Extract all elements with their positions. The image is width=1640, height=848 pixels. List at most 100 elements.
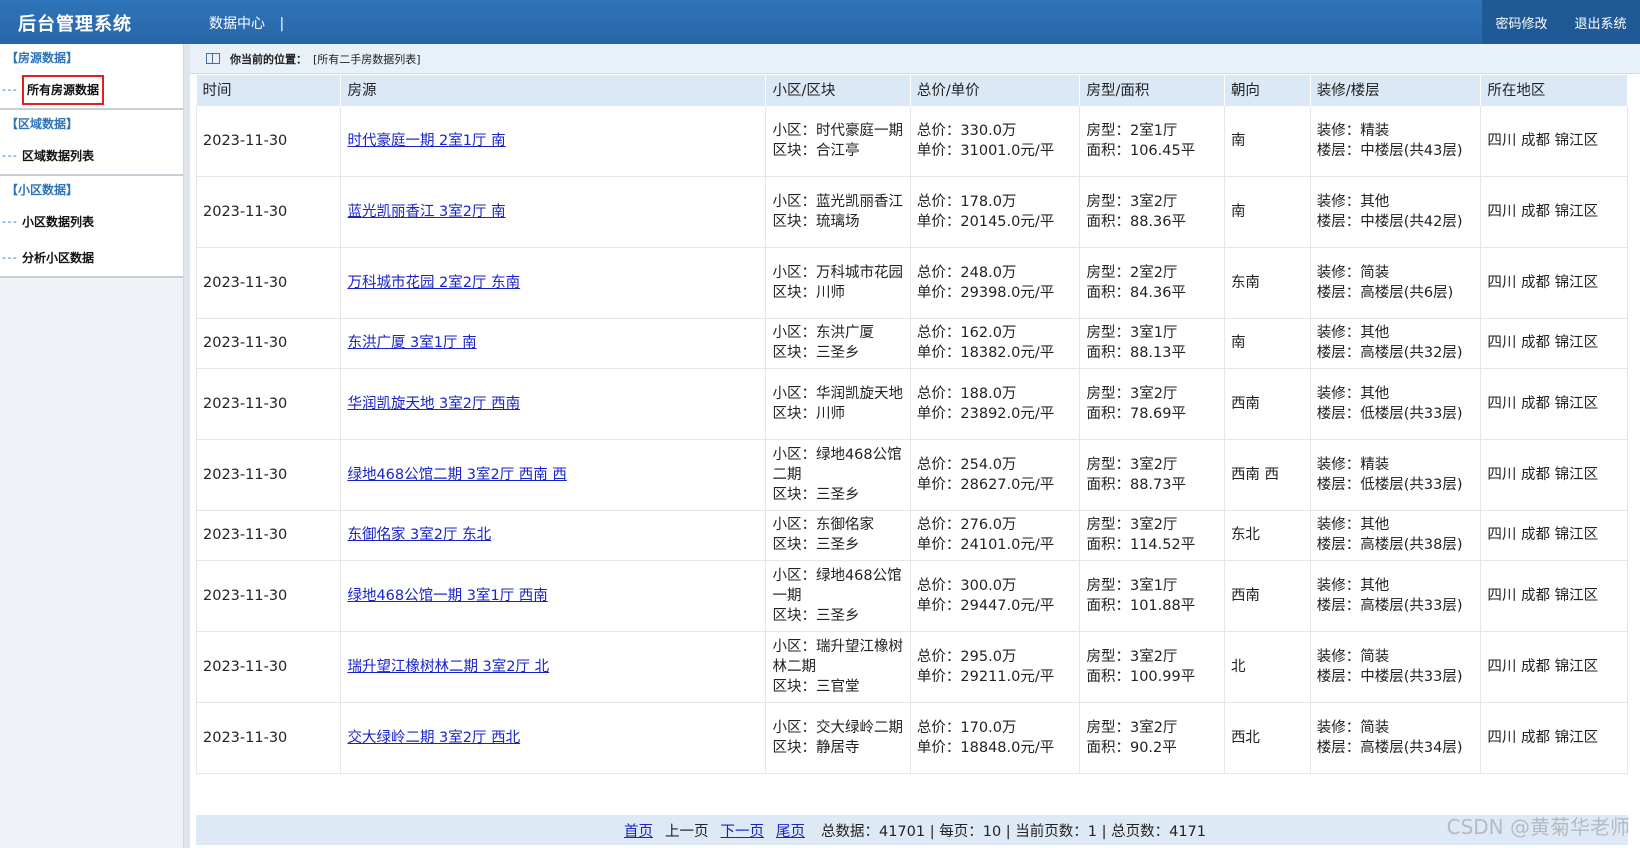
cell-region: 四川 成都 锦江区: [1480, 367, 1628, 440]
cell-decor: 装修：精装楼层：中楼层(共43层): [1309, 104, 1482, 177]
table-row: 2023-11-30 交大绿岭二期 3室2厅 西北 小区：交大绿岭二期 区块：静居寺总…: [195, 701, 1628, 774]
cell-listing: 瑞升望江橡树林二期 3室2厅 北: [340, 630, 767, 703]
unit-price: 单价：23892.0元/平: [916, 405, 1055, 422]
layout-type: 房型：3室2厅: [1086, 648, 1178, 665]
pager-first-link[interactable]: 首页: [624, 820, 653, 841]
listing-link[interactable]: 蓝光凯丽香江 3室2厅 南: [347, 204, 505, 220]
total-price: 总价：178.0万: [916, 193, 1017, 210]
sidebar-item-label[interactable]: 所有房源数据: [22, 75, 105, 105]
cell-listing: 东御佲家 3室2厅 东北: [340, 509, 767, 561]
cell-decor: 装修：其他楼层：中楼层(共42层): [1309, 175, 1482, 248]
listing-link[interactable]: 绿地468公馆一期 3室1厅 西南: [347, 588, 547, 604]
cell-price: 总价：300.0万 单价：29447.0元/平: [909, 559, 1081, 632]
layout-type: 房型：3室2厅: [1086, 385, 1178, 402]
cell-region: 四川 成都 锦江区: [1480, 104, 1628, 177]
table-row: 2023-11-30 万科城市花园 2室2厅 东南 小区：万科城市花园 区块：川师 总价…: [195, 246, 1628, 319]
sidebar-item-all-listings[interactable]: 所有房源数据: [0, 72, 183, 108]
decoration: 装修：精装: [1316, 122, 1390, 139]
col-header-decor: 装修/楼层: [1310, 75, 1482, 105]
community-name: 小区：交大绿岭二期: [772, 719, 903, 736]
sidebar-item-region-list[interactable]: 区域数据列表: [0, 138, 183, 174]
block-name: 区块：三圣乡: [772, 345, 860, 361]
book-icon: [206, 53, 220, 64]
table-row: 2023-11-30 蓝光凯丽香江 3室2厅 南小区：蓝光凯丽香江 区块：琉璃场 总价…: [195, 175, 1628, 248]
listings-table: 时间 房源 小区/区块 总价/单价 房型/面积 朝向 装修/楼层 所在地区 20…: [195, 75, 1628, 774]
col-header-layout: 房型/面积: [1079, 75, 1225, 105]
layout-type: 房型：3室1厅: [1086, 577, 1178, 594]
cell-date: 2023-11-30: [195, 246, 342, 319]
cell-layout: 房型：3室2厅 面积：88.36平: [1079, 175, 1225, 248]
cell-layout: 房型：3室2厅 面积：88.73平: [1079, 438, 1225, 511]
cell-decor: 装修：其他 楼层：高楼层(共33层): [1309, 559, 1482, 632]
listing-link[interactable]: 时代豪庭一期 2室1厅 南: [347, 133, 505, 149]
nav-data-center[interactable]: 数据中心 |: [209, 13, 284, 33]
cell-community: 小区：蓝光凯丽香江 区块：琉璃场: [765, 175, 911, 248]
table-row: 2023-11-30 时代豪庭一期 2室1厅 南小区：时代豪庭一期 区块：合江亭 总价…: [195, 104, 1628, 177]
sidebar-item-label[interactable]: 分析小区数据: [22, 251, 94, 265]
floor: 楼层：中楼层(共43层): [1316, 142, 1463, 159]
decoration: 装修：其他: [1316, 193, 1390, 210]
community-name: 小区：绿地468公馆一期: [772, 567, 902, 604]
cell-orientation: 西南 西: [1223, 438, 1311, 511]
cell-community: 小区：华润凯旋天地 区块：川师: [765, 367, 911, 440]
table-row: 2023-11-30 绿地468公馆二期 3室2厅 西南 西 小区：绿地468公馆二…: [195, 438, 1628, 511]
cell-price: 总价：162.0万 单价：18382.0元/平: [909, 317, 1081, 369]
top-header: 后台管理系统 数据中心 | 密码修改 退出系统: [0, 0, 1640, 44]
cell-price: 总价：170.0万 单价：18848.0元/平: [909, 701, 1081, 774]
area: 面积：106.45平: [1086, 142, 1196, 159]
pager-next-link[interactable]: 下一页: [720, 820, 764, 841]
sidebar-item-analyze-community[interactable]: 分析小区数据: [0, 240, 183, 276]
sidebar-item-community-list[interactable]: 小区数据列表: [0, 204, 183, 240]
cell-orientation: 西北: [1223, 701, 1311, 774]
community-name: 小区：瑞升望江橡树林二期: [772, 638, 903, 675]
total-price: 总价：300.0万: [916, 577, 1017, 594]
cell-layout: 房型：2室1厅面积：106.45平: [1079, 104, 1225, 177]
sidebar-group-title[interactable]: 【小区数据】: [0, 176, 183, 204]
cell-orientation: 南: [1223, 317, 1311, 369]
cell-community: 小区：瑞升望江橡树林二期 区块：三官堂: [765, 630, 911, 703]
cell-orientation: 东南: [1223, 246, 1311, 319]
cell-community: 小区：绿地468公馆一期 区块：三圣乡: [765, 559, 911, 632]
cell-region: 四川 成都 锦江区: [1480, 701, 1628, 774]
decoration: 装修：其他: [1316, 577, 1390, 594]
sidebar-item-label[interactable]: 区域数据列表: [22, 149, 94, 163]
cell-listing: 绿地468公馆二期 3室2厅 西南 西: [340, 438, 767, 511]
listing-link[interactable]: 万科城市花园 2室2厅 东南: [347, 275, 520, 291]
cell-region: 四川 成都 锦江区: [1480, 559, 1628, 632]
change-password-link[interactable]: 密码修改: [1495, 13, 1547, 32]
sidebar-group-title[interactable]: 【房源数据】: [0, 44, 183, 72]
layout-type: 房型：3室2厅: [1086, 456, 1178, 473]
floor: 楼层：低楼层(共33层): [1316, 476, 1463, 493]
cell-price: 总价：254.0万 单价：28627.0元/平: [909, 438, 1081, 511]
breadcrumb-path: [所有二手房数据列表]: [313, 52, 421, 66]
pager-last-link[interactable]: 尾页: [776, 820, 805, 841]
layout-type: 房型：2室1厅: [1086, 122, 1178, 139]
block-name: 区块：川师: [772, 284, 845, 301]
table-row: 2023-11-30 东御佲家 3室2厅 东北 小区：东御佲家 区块：三圣乡 总价：27…: [195, 509, 1628, 561]
nav-data-center-label[interactable]: 数据中心: [209, 16, 265, 32]
cell-decor: 装修：精装 楼层：低楼层(共33层): [1309, 438, 1482, 511]
total-price: 总价：162.0万: [916, 325, 1017, 341]
listing-link[interactable]: 瑞升望江橡树林二期 3室2厅 北: [347, 659, 549, 675]
sidebar-group-title[interactable]: 【区域数据】: [0, 110, 183, 138]
cell-date: 2023-11-30: [195, 438, 342, 511]
decoration: 装修：简装: [1316, 719, 1390, 736]
pager-prev-label: 上一页: [664, 823, 709, 840]
listing-link[interactable]: 交大绿岭二期 3室2厅 西北: [347, 730, 520, 746]
listing-link[interactable]: 绿地468公馆二期 3室2厅 西南 西: [347, 467, 566, 483]
sidebar-item-label[interactable]: 小区数据列表: [22, 215, 94, 229]
listing-link[interactable]: 东御佲家 3室2厅 东北: [347, 527, 491, 543]
unit-price: 单价：31001.0元/平: [916, 142, 1055, 159]
logout-link[interactable]: 退出系统: [1574, 13, 1626, 32]
listing-link[interactable]: 华润凯旋天地 3室2厅 西南: [347, 396, 520, 412]
floor: 楼层：中楼层(共42层): [1316, 213, 1463, 230]
unit-price: 单价：20145.0元/平: [916, 213, 1055, 230]
total-price: 总价：248.0万: [916, 264, 1017, 281]
block-name: 区块：川师: [772, 405, 845, 422]
area: 面积：114.52平: [1086, 537, 1196, 553]
listing-link[interactable]: 东洪广厦 3室1厅 南: [347, 335, 476, 351]
col-header-community: 小区/区块: [765, 75, 911, 105]
sidebar-group-regions: 【区域数据】 区域数据列表: [0, 110, 183, 176]
decoration: 装修：其他: [1316, 325, 1390, 341]
col-header-listing: 房源: [340, 75, 767, 105]
